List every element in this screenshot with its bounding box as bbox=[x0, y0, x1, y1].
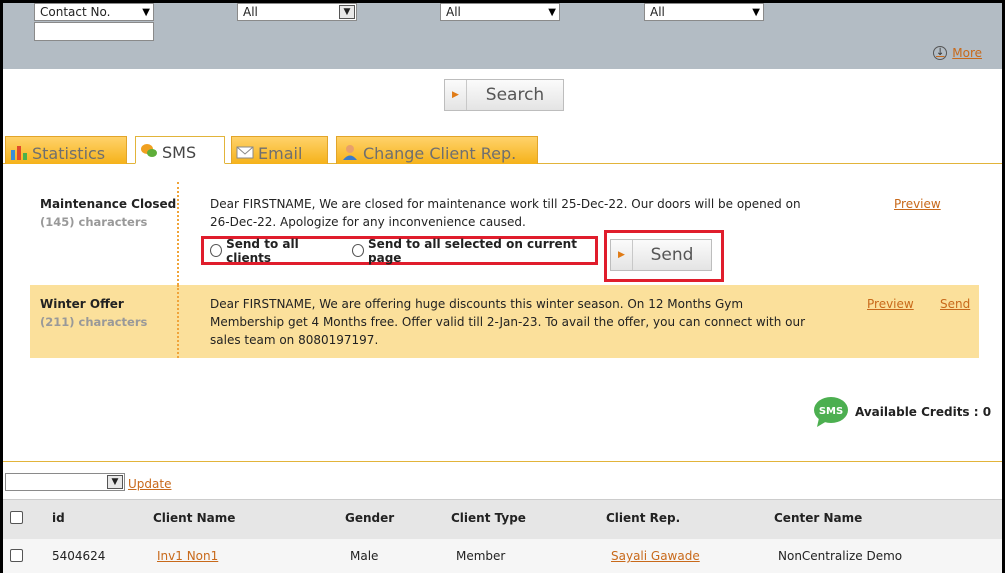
update-link[interactable]: Update bbox=[128, 477, 171, 491]
send-all-clients-label: Send to all clients bbox=[226, 236, 299, 265]
table-row: 5404624 Inv1 Non1 Male Member Sayali Gaw… bbox=[3, 539, 1002, 573]
template-message: Dear FIRSTNAME, We are closed for mainte… bbox=[210, 197, 801, 229]
search-button[interactable]: ▶ Search bbox=[444, 79, 564, 111]
chevron-down-icon: ▼ bbox=[339, 5, 355, 19]
tab-statistics[interactable]: Statistics bbox=[5, 136, 127, 164]
contact-number-input[interactable] bbox=[34, 22, 154, 41]
tab-change-client-rep-label: Change Client Rep. bbox=[363, 144, 517, 163]
send-selected-page-label: Send to all selected on current page bbox=[368, 236, 577, 265]
cell-center-name: NonCentralize Demo bbox=[778, 549, 903, 563]
tab-sms[interactable]: SMS bbox=[135, 136, 225, 164]
template-message: Dear FIRSTNAME, We are offering huge dis… bbox=[210, 297, 806, 347]
column-header-id[interactable]: id bbox=[52, 511, 65, 525]
bar-chart-icon bbox=[11, 146, 27, 160]
client-rep-link[interactable]: Sayali Gawade bbox=[611, 549, 700, 563]
preview-link[interactable]: Preview bbox=[894, 197, 941, 211]
filter-bar: Contact No. ▼ All ▼ All ▼ All ▼ ↓ More bbox=[3, 3, 1002, 69]
row-checkbox[interactable] bbox=[10, 549, 23, 562]
template-char-count: (211) characters bbox=[40, 315, 148, 329]
send-button-label: Send bbox=[650, 245, 694, 265]
cell-id: 5404624 bbox=[52, 549, 106, 563]
cell-gender: Male bbox=[350, 549, 379, 563]
play-icon: ▶ bbox=[445, 80, 467, 110]
column-header-gender[interactable]: Gender bbox=[345, 511, 394, 525]
filter-select-2-value: All bbox=[243, 5, 258, 19]
send-selected-page-option[interactable]: Send to all selected on current page bbox=[351, 236, 595, 265]
column-header-center-name[interactable]: Center Name bbox=[774, 511, 862, 525]
filter-select-2[interactable]: All ▼ bbox=[237, 3, 357, 21]
filter-select-4[interactable]: All ▼ bbox=[644, 3, 764, 21]
preview-link[interactable]: Preview bbox=[867, 297, 914, 311]
sms-template-row: Maintenance Closed (145) characters Dear… bbox=[30, 182, 979, 285]
tab-change-client-rep[interactable]: Change Client Rep. bbox=[336, 136, 538, 164]
filter-select-3[interactable]: All ▼ bbox=[440, 3, 560, 21]
template-name: Maintenance Closed bbox=[40, 197, 177, 211]
tab-email[interactable]: Email bbox=[231, 136, 328, 164]
search-button-label: Search bbox=[485, 85, 545, 105]
tab-statistics-label: Statistics bbox=[32, 144, 106, 163]
sms-template-row: Winter Offer (211) characters Dear FIRST… bbox=[30, 285, 979, 358]
radio-button[interactable] bbox=[210, 244, 223, 257]
chevron-down-icon: ▼ bbox=[548, 7, 556, 18]
user-icon bbox=[343, 145, 357, 160]
more-filters-link[interactable]: ↓ More bbox=[933, 46, 982, 60]
bulk-action-select[interactable]: ▼ bbox=[5, 473, 125, 491]
select-all-checkbox[interactable] bbox=[10, 511, 23, 524]
filter-select-3-value: All bbox=[446, 5, 461, 19]
more-label: More bbox=[952, 46, 982, 60]
template-char-count: (145) characters bbox=[40, 215, 148, 229]
envelope-icon bbox=[236, 146, 254, 159]
contact-type-select[interactable]: Contact No. ▼ bbox=[34, 3, 154, 21]
send-link[interactable]: Send bbox=[940, 297, 970, 311]
chevron-down-icon: ▼ bbox=[752, 7, 760, 18]
column-header-client-name[interactable]: Client Name bbox=[153, 511, 235, 525]
radio-button[interactable] bbox=[351, 244, 365, 257]
contact-type-value: Contact No. bbox=[40, 5, 111, 19]
cell-client-type: Member bbox=[456, 549, 506, 563]
chevron-down-icon: ▼ bbox=[107, 475, 123, 489]
sms-credits: SMS Available Credits : 0 bbox=[813, 396, 991, 428]
client-name-link[interactable]: Inv1 Non1 bbox=[157, 549, 218, 563]
send-options: Send to all clients Send to all selected… bbox=[201, 236, 598, 265]
available-credits: Available Credits : 0 bbox=[855, 405, 992, 419]
chat-icon bbox=[141, 144, 157, 157]
filter-select-4-value: All bbox=[650, 5, 665, 19]
divider bbox=[177, 285, 179, 358]
send-all-clients-option[interactable]: Send to all clients bbox=[210, 237, 338, 265]
action-tabs: Statistics SMS Email Change Client Rep. bbox=[3, 134, 1002, 164]
chevron-down-icon: ▼ bbox=[142, 7, 150, 18]
tab-sms-label: SMS bbox=[162, 143, 197, 162]
send-button[interactable]: ▶ Send bbox=[610, 239, 712, 271]
sms-bubble-icon: SMS bbox=[814, 397, 848, 427]
column-header-client-type[interactable]: Client Type bbox=[451, 511, 526, 525]
table-header: id Client Name Gender Client Type Client… bbox=[3, 499, 1002, 539]
sms-bubble-label: SMS bbox=[819, 406, 843, 417]
arrow-down-circle-icon: ↓ bbox=[933, 46, 948, 60]
play-icon: ▶ bbox=[611, 240, 633, 270]
template-name: Winter Offer bbox=[40, 297, 124, 311]
tab-email-label: Email bbox=[258, 144, 303, 163]
divider bbox=[177, 182, 179, 285]
column-header-client-rep[interactable]: Client Rep. bbox=[606, 511, 680, 525]
